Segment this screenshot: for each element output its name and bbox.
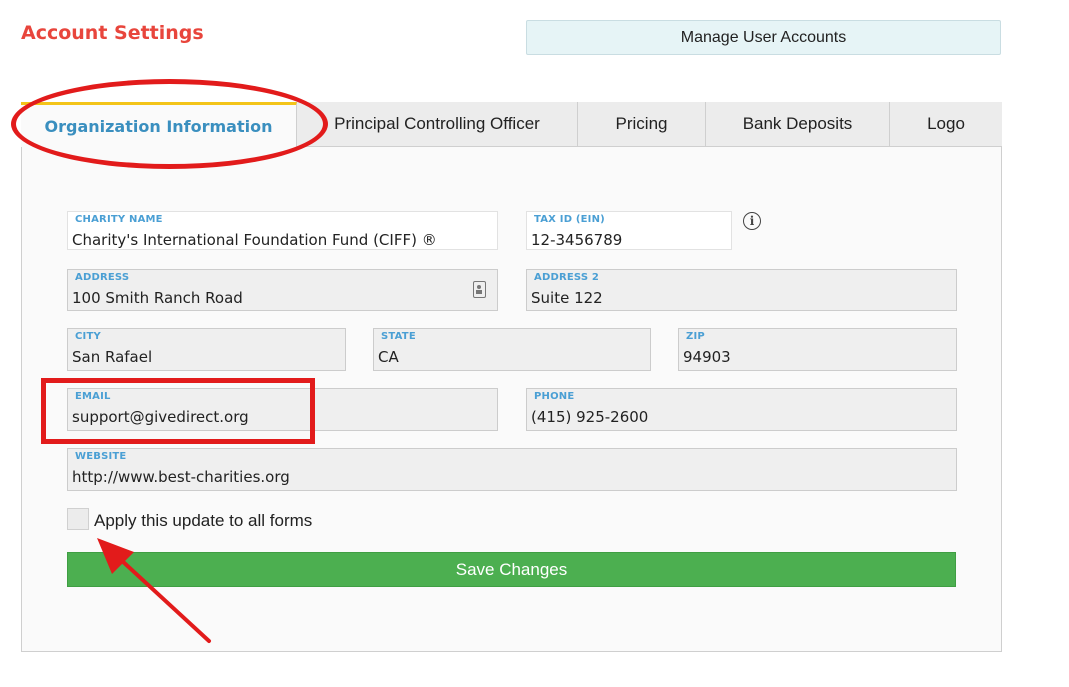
- email-value: support@givedirect.org: [72, 408, 249, 426]
- address2-field[interactable]: ADDRESS 2 Suite 122: [526, 269, 957, 311]
- phone-field[interactable]: PHONE (415) 925-2600: [526, 388, 957, 431]
- state-value: CA: [378, 348, 399, 366]
- city-label: CITY: [75, 331, 101, 342]
- website-field[interactable]: WEBSITE http://www.best-charities.org: [67, 448, 957, 491]
- charity-name-label: CHARITY NAME: [75, 214, 163, 225]
- page-title: Account Settings: [21, 22, 204, 44]
- address-field[interactable]: ADDRESS 100 Smith Ranch Road: [67, 269, 498, 311]
- email-field[interactable]: EMAIL support@givedirect.org: [67, 388, 498, 431]
- charity-name-value: Charity's International Foundation Fund …: [72, 231, 437, 249]
- zip-value: 94903: [683, 348, 731, 366]
- charity-name-field[interactable]: CHARITY NAME Charity's International Fou…: [67, 211, 498, 250]
- apply-all-label: Apply this update to all forms: [94, 511, 313, 530]
- website-value: http://www.best-charities.org: [72, 468, 290, 486]
- address2-label: ADDRESS 2: [534, 272, 600, 283]
- tab-bar: Organization Information Principal Contr…: [21, 102, 1002, 147]
- phone-value: (415) 925-2600: [531, 408, 649, 426]
- tab-logo[interactable]: Logo: [890, 102, 1002, 147]
- city-field[interactable]: CITY San Rafael: [67, 328, 346, 371]
- apply-all-checkbox[interactable]: [67, 508, 89, 530]
- tax-id-value: 12-3456789: [531, 231, 623, 249]
- zip-field[interactable]: ZIP 94903: [678, 328, 957, 371]
- zip-label: ZIP: [686, 331, 705, 342]
- state-field[interactable]: STATE CA: [373, 328, 651, 371]
- save-changes-button[interactable]: Save Changes: [67, 552, 956, 587]
- tab-bank-deposits[interactable]: Bank Deposits: [706, 102, 890, 147]
- tab-organization-information[interactable]: Organization Information: [21, 102, 297, 147]
- manage-user-accounts-button[interactable]: Manage User Accounts: [526, 20, 1001, 55]
- tab-pricing[interactable]: Pricing: [578, 102, 706, 147]
- tab-principal-controlling-officer[interactable]: Principal Controlling Officer: [297, 102, 578, 147]
- tax-id-label: TAX ID (EIN): [534, 214, 605, 225]
- contact-card-icon[interactable]: [473, 281, 486, 298]
- city-value: San Rafael: [72, 348, 153, 366]
- state-label: STATE: [381, 331, 416, 342]
- info-icon[interactable]: i: [743, 212, 761, 230]
- address-label: ADDRESS: [75, 272, 130, 283]
- address-value: 100 Smith Ranch Road: [72, 289, 243, 307]
- tax-id-field[interactable]: TAX ID (EIN) 12-3456789: [526, 211, 732, 250]
- phone-label: PHONE: [534, 391, 575, 402]
- email-label: EMAIL: [75, 391, 111, 402]
- address2-value: Suite 122: [531, 289, 603, 307]
- website-label: WEBSITE: [75, 451, 127, 462]
